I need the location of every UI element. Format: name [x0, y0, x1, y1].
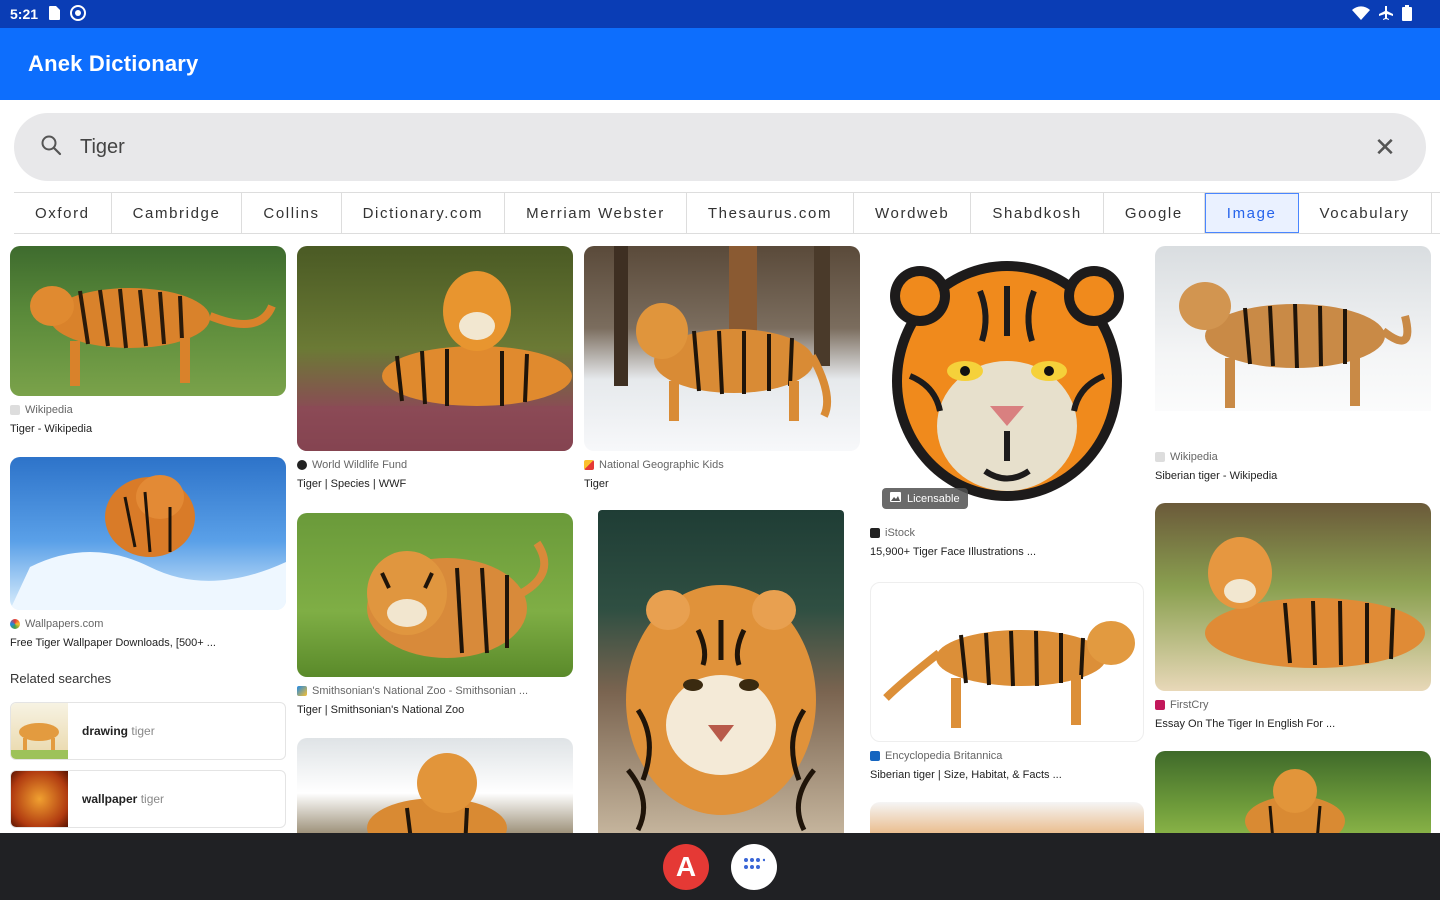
tab-collins[interactable]: Collins [242, 193, 342, 233]
result-image[interactable] [297, 513, 573, 677]
result-title[interactable]: Free Tiger Wallpaper Downloads, [500+ ..… [10, 637, 286, 649]
result-source: World Wildlife Fund [312, 459, 408, 471]
search-input[interactable] [80, 135, 1370, 159]
tab-image[interactable]: Image [1204, 193, 1299, 233]
related-rest-text: tiger [131, 724, 155, 738]
tab-merriam-webster[interactable]: Merriam Webster [505, 193, 687, 233]
result-card[interactable]: Wikipedia Siberian tiger - Wikipedia [1155, 246, 1431, 482]
result-title[interactable]: Tiger - Wikipedia [10, 423, 286, 435]
licensable-badge: Licensable [882, 488, 968, 509]
tab-google[interactable]: Google [1103, 193, 1205, 233]
wallpapers-icon [10, 619, 20, 629]
wifi-icon [1352, 5, 1370, 23]
result-image[interactable] [1155, 503, 1431, 691]
search-icon [40, 134, 62, 161]
result-title[interactable]: Tiger [584, 478, 860, 490]
result-image[interactable] [1155, 751, 1431, 833]
status-time: 5:21 [10, 6, 39, 22]
tab-thesaurus-com[interactable]: Thesaurus.com [686, 193, 855, 233]
result-source: National Geographic Kids [599, 459, 724, 471]
natgeo-kids-icon [584, 460, 594, 470]
tab-more[interactable]: V [1431, 193, 1440, 233]
wwf-icon [297, 460, 307, 470]
result-source: Wikipedia [1170, 451, 1218, 463]
result-image[interactable] [870, 802, 1144, 833]
result-source: Wikipedia [25, 404, 73, 416]
all-apps-button[interactable] [731, 843, 777, 890]
istock-icon [870, 528, 880, 538]
result-card[interactable]: FirstCry Essay On The Tiger In English F… [1155, 503, 1431, 730]
result-source: Wallpapers.com [25, 618, 104, 630]
tab-wordweb[interactable]: Wordweb [854, 193, 972, 233]
related-thumb [11, 703, 68, 759]
app-title: Anek Dictionary [28, 51, 199, 76]
result-image[interactable] [10, 457, 286, 610]
result-title[interactable]: Essay On The Tiger In English For ... [1155, 718, 1431, 730]
related-bold-text: drawing [82, 724, 129, 738]
battery-icon [1402, 4, 1412, 24]
smithsonian-icon [297, 686, 307, 696]
result-card[interactable] [297, 738, 573, 833]
result-source: iStock [885, 527, 915, 539]
result-image[interactable] [870, 582, 1144, 742]
result-card[interactable] [1155, 751, 1431, 833]
app-launcher-button[interactable]: A [663, 843, 709, 890]
result-card[interactable] [598, 510, 844, 833]
result-image[interactable] [297, 246, 573, 451]
related-search-drawing[interactable]: drawing tiger [10, 702, 286, 760]
result-title[interactable]: 15,900+ Tiger Face Illustrations ... [870, 546, 1144, 558]
app-bar: Anek Dictionary [0, 28, 1440, 100]
image-icon [890, 492, 901, 505]
result-image[interactable] [10, 246, 286, 396]
result-image[interactable]: Licensable [870, 246, 1144, 519]
result-image[interactable] [584, 246, 860, 451]
search-bar[interactable]: ✕ [14, 113, 1426, 181]
tab-vocabulary[interactable]: Vocabulary [1298, 193, 1432, 233]
related-thumb [11, 771, 68, 827]
related-search-wallpaper[interactable]: wallpaper tiger [10, 770, 286, 828]
result-card[interactable]: World Wildlife Fund Tiger | Species | WW… [297, 246, 573, 490]
tab-shabdkosh[interactable]: Shabdkosh [971, 193, 1104, 233]
dictionary-tabs: Oxford Cambridge Collins Dictionary.com … [14, 192, 1440, 234]
result-title[interactable]: Tiger | Species | WWF [297, 478, 573, 490]
related-searches-heading: Related searches [10, 671, 112, 686]
status-bar: 5:21 [0, 0, 1440, 28]
settings-notification-icon [70, 4, 87, 24]
result-image[interactable] [1155, 246, 1431, 443]
clear-search-icon[interactable]: ✕ [1370, 132, 1400, 163]
result-source: FirstCry [1170, 699, 1209, 711]
result-source: Encyclopedia Britannica [885, 750, 1003, 762]
badge-label: Licensable [907, 492, 960, 505]
airplane-mode-icon [1378, 5, 1394, 24]
result-title[interactable]: Siberian tiger | Size, Habitat, & Facts … [870, 769, 1144, 781]
result-source: Smithsonian's National Zoo - Smithsonian… [312, 685, 529, 697]
result-image[interactable] [297, 738, 573, 833]
related-rest-text: tiger [140, 792, 165, 806]
firstcry-icon [1155, 700, 1165, 710]
tab-cambridge[interactable]: Cambridge [111, 193, 243, 233]
result-image[interactable] [598, 510, 844, 833]
result-card[interactable]: Wallpapers.com Free Tiger Wallpaper Down… [10, 457, 286, 649]
result-card[interactable]: Smithsonian's National Zoo - Smithsonian… [297, 513, 573, 716]
result-card[interactable]: Licensable iStock 15,900+ Tiger Face Ill… [870, 246, 1144, 558]
wikipedia-icon [10, 405, 20, 415]
sim-card-icon [48, 5, 61, 23]
result-card[interactable]: Encyclopedia Britannica Siberian tiger |… [870, 582, 1144, 781]
apps-grid-icon [743, 856, 766, 877]
bottom-nav-bar: A [0, 833, 1440, 900]
tab-oxford[interactable]: Oxford [14, 193, 112, 233]
related-bold-text: wallpaper [82, 792, 138, 806]
result-card[interactable]: National Geographic Kids Tiger [584, 246, 860, 490]
result-title[interactable]: Tiger | Smithsonian's National Zoo [297, 704, 573, 716]
image-results-grid: Wikipedia Tiger - Wikipedia Wallpapers.c… [0, 244, 1440, 833]
wikipedia-icon [1155, 452, 1165, 462]
tab-dictionary-com[interactable]: Dictionary.com [341, 193, 506, 233]
britannica-icon [870, 751, 880, 761]
result-card[interactable] [870, 802, 1144, 833]
result-title[interactable]: Siberian tiger - Wikipedia [1155, 470, 1431, 482]
result-card[interactable]: Wikipedia Tiger - Wikipedia [10, 246, 286, 435]
